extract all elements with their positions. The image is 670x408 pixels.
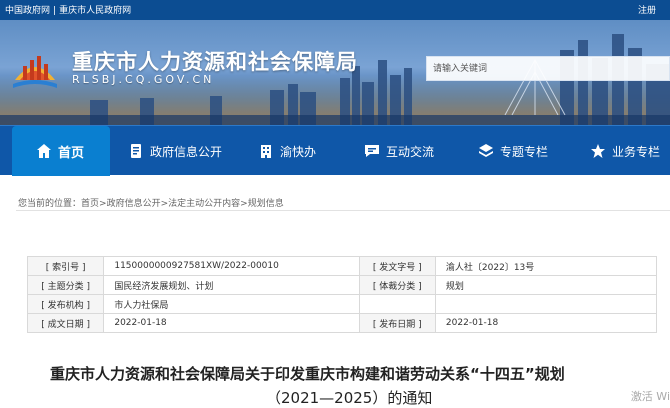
nav-label: 专题专栏 bbox=[500, 144, 549, 159]
table-row: [ 主题分类 ] 国民经济发展规划、计划 [ 体裁分类 ] 规划 bbox=[26, 275, 658, 295]
document-title-line1: 重庆市人力资源和社会保障局关于印发重庆市构建和谐劳动关系“十四五”规划 bbox=[50, 365, 565, 383]
nav-item-interaction[interactable]: 互动交流 bbox=[364, 126, 434, 176]
table-row: [ 发布机构 ] 市人力社保局 bbox=[26, 294, 658, 314]
top-bar: 中国政府网 | 重庆市人民政府网 注册 bbox=[0, 0, 670, 20]
header-banner: 重庆市人力资源和社会保障局 RLSBJ.CQ.GOV.CN bbox=[0, 20, 670, 125]
link-cq-gov[interactable]: 重庆市人民政府网 bbox=[59, 6, 131, 16]
meta-key-genre: [ 体裁分类 ] bbox=[358, 275, 436, 295]
breadcrumb-separator: > bbox=[99, 199, 107, 209]
nav-label: 业务专栏 bbox=[612, 144, 661, 159]
meta-key-publisher: [ 发布机构 ] bbox=[26, 294, 105, 314]
meta-key-doc-number: [ 发文字号 ] bbox=[358, 256, 436, 276]
meta-value-empty bbox=[434, 294, 658, 314]
register-link[interactable]: 注册 bbox=[638, 3, 656, 16]
nav-label: 政府信息公开 bbox=[150, 144, 223, 159]
meta-key-index: [ 索引号 ] bbox=[26, 256, 105, 276]
link-separator: | bbox=[53, 6, 57, 16]
document-title-line2: （2021—2025）的通知 bbox=[266, 389, 433, 407]
meta-value-publish-date: 2022-01-18 bbox=[434, 313, 658, 333]
site-domain: RLSBJ.CQ.GOV.CN bbox=[72, 73, 215, 86]
meta-value-doc-number: 渝人社〔2022〕13号 bbox=[434, 256, 658, 276]
star-icon bbox=[591, 144, 605, 158]
nav-item-yukuaiban[interactable]: 渝快办 bbox=[258, 126, 316, 176]
search-input[interactable] bbox=[427, 57, 669, 80]
top-links: 中国政府网 | 重庆市人民政府网 bbox=[5, 3, 131, 16]
meta-key-empty bbox=[358, 294, 436, 314]
breadcrumb-item-home[interactable]: 首页 bbox=[81, 199, 99, 209]
breadcrumb-prefix: 您当前的位置： bbox=[18, 199, 82, 209]
meta-value-index: 1150000000927581XW/2022-00010 bbox=[103, 256, 360, 276]
activation-watermark: 激活 Wi bbox=[630, 390, 670, 403]
nav-item-business[interactable]: 业务专栏 bbox=[590, 126, 660, 176]
meta-value-genre: 规划 bbox=[434, 275, 658, 295]
home-icon bbox=[37, 144, 51, 158]
breadcrumb-separator: > bbox=[160, 199, 169, 209]
meta-key-publish-date: [ 发布日期 ] bbox=[358, 313, 436, 333]
nav-item-topics[interactable]: 专题专栏 bbox=[478, 126, 548, 176]
nav-label: 互动交流 bbox=[386, 144, 435, 159]
document-icon bbox=[131, 144, 141, 158]
bureau-logo-icon bbox=[13, 56, 57, 88]
nav-label: 首页 bbox=[58, 145, 85, 161]
meta-value-written-date: 2022-01-18 bbox=[103, 313, 360, 333]
meta-key-written-date: [ 成文日期 ] bbox=[26, 313, 105, 333]
site-title: 重庆市人力资源和社会保障局 bbox=[72, 50, 358, 74]
building-icon bbox=[261, 145, 271, 158]
chat-icon bbox=[365, 145, 379, 157]
divider bbox=[16, 210, 670, 211]
table-row: [ 索引号 ] 1150000000927581XW/2022-00010 [ … bbox=[26, 256, 658, 276]
nav-label: 渝快办 bbox=[280, 144, 317, 159]
nav-item-home[interactable]: 首页 bbox=[12, 126, 110, 176]
breadcrumb-item-planning[interactable]: 规划信息 bbox=[248, 199, 284, 209]
search-box bbox=[426, 56, 670, 81]
link-gov-cn[interactable]: 中国政府网 bbox=[5, 6, 50, 16]
main-nav: 首页 政府信息公开 渝快办 互动交流 专题专栏 业务专栏 bbox=[0, 125, 670, 176]
layers-icon bbox=[479, 144, 493, 157]
meta-value-topic: 国民经济发展规划、计划 bbox=[103, 275, 360, 295]
document-meta-table: [ 索引号 ] 1150000000927581XW/2022-00010 [ … bbox=[26, 256, 658, 333]
breadcrumb-item-public-content[interactable]: 法定主动公开内容 bbox=[168, 199, 240, 209]
breadcrumb-separator: > bbox=[240, 199, 248, 209]
breadcrumb-item-gov-info[interactable]: 政府信息公开 bbox=[107, 199, 161, 209]
meta-value-publisher: 市人力社保局 bbox=[103, 294, 360, 314]
table-row: [ 成文日期 ] 2022-01-18 [ 发布日期 ] 2022-01-18 bbox=[26, 313, 658, 333]
nav-item-gov-info[interactable]: 政府信息公开 bbox=[128, 126, 222, 176]
breadcrumb: 您当前的位置：首页>政府信息公开>法定主动公开内容>规划信息 bbox=[18, 196, 284, 209]
meta-key-topic: [ 主题分类 ] bbox=[26, 275, 105, 295]
